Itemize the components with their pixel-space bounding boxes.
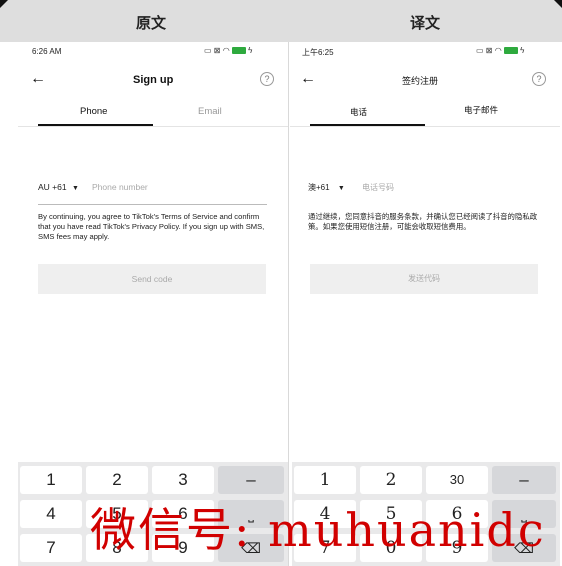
panel-divider	[288, 42, 289, 566]
key-2[interactable]: 2	[360, 466, 422, 494]
status-icons: ▭ ⊠ ◠ ϟ	[476, 46, 525, 55]
header-corner-left	[0, 0, 8, 8]
page-title: Sign up	[133, 74, 174, 86]
key-minus[interactable]: –	[492, 466, 556, 494]
key-4[interactable]: 4	[20, 500, 82, 528]
key-1[interactable]: 1	[20, 466, 82, 494]
terms-disclaimer: By continuing, you agree to TikTok's Ter…	[38, 212, 265, 241]
country-code-selector[interactable]: AU +61 ▼	[38, 182, 79, 192]
help-icon[interactable]: ?	[532, 72, 546, 86]
key-3[interactable]: 3	[152, 466, 214, 494]
key-minus[interactable]: –	[218, 466, 284, 494]
battery-icon	[231, 47, 246, 55]
terms-disclaimer: 通过继续，您同意抖音的服务条款，并确认您已经阅读了抖音的隐私政策。如果您使用短信…	[308, 212, 538, 231]
tab-divider	[18, 126, 288, 127]
back-arrow-icon[interactable]: ←	[300, 70, 316, 88]
phone-input[interactable]: Phone number	[92, 182, 148, 192]
tab-email[interactable]: 电子邮件	[464, 104, 498, 116]
send-code-button[interactable]: Send code	[38, 264, 266, 294]
wechat-watermark: 微信号: muhuanidc	[90, 503, 546, 557]
status-icons: ▭ ⊠ ◠ ϟ	[204, 46, 253, 55]
phone-input-underline	[38, 204, 267, 205]
chevron-down-icon: ▼	[71, 185, 79, 192]
tab-email[interactable]: Email	[198, 106, 222, 117]
chevron-down-icon: ▼	[337, 185, 345, 192]
header-corner-right	[554, 0, 562, 8]
country-code: 澳+61	[308, 183, 330, 192]
tab-divider	[290, 126, 560, 127]
help-icon[interactable]: ?	[260, 72, 274, 86]
back-arrow-icon[interactable]: ←	[30, 70, 46, 88]
key-1[interactable]: 1	[294, 466, 356, 494]
header-original: 原文	[136, 14, 167, 32]
send-code-button[interactable]: 发送代码	[310, 264, 538, 294]
status-time: 6:26 AM	[32, 47, 62, 56]
key-3[interactable]: 30	[426, 466, 488, 494]
page-title: 签约注册	[402, 76, 439, 86]
header-translation: 译文	[410, 14, 441, 32]
tab-phone[interactable]: Phone	[80, 106, 107, 117]
country-code-selector[interactable]: 澳+61 ▼	[308, 182, 345, 193]
key-7[interactable]: 7	[20, 534, 82, 562]
status-time: 上午6:25	[302, 48, 334, 57]
key-2[interactable]: 2	[86, 466, 148, 494]
tab-phone[interactable]: 电话	[350, 106, 367, 118]
phone-input[interactable]: 电话号码	[362, 182, 394, 193]
battery-icon	[503, 47, 518, 55]
country-code: AU +61	[38, 182, 67, 192]
comparison-header: 原文 译文	[0, 0, 562, 42]
